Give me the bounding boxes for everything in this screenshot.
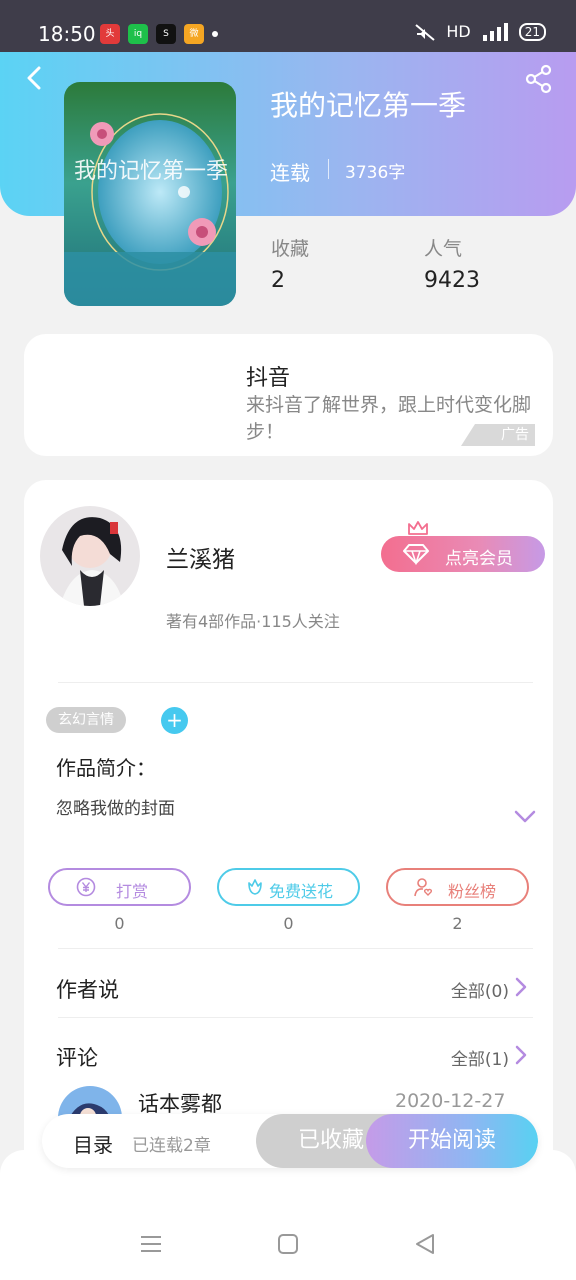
menu-icon[interactable]	[139, 1232, 163, 1256]
back-icon[interactable]	[22, 66, 46, 90]
home-icon[interactable]	[276, 1232, 300, 1256]
flower-count: 0	[283, 914, 294, 933]
intro-label: 作品简介：	[56, 756, 156, 780]
cover-art: 我的记忆第一季	[64, 82, 236, 306]
yen-coin-icon	[76, 877, 96, 897]
flower-icon	[248, 879, 262, 895]
divider	[58, 1017, 533, 1018]
book-title: 我的记忆第一季	[270, 89, 467, 122]
system-nav-area	[0, 1150, 576, 1280]
flower-button[interactable]: 免费送花	[217, 868, 360, 906]
status-separator	[328, 159, 329, 179]
ad-card[interactable]: 抖音 来抖音了解世界，跟上时代变化脚步！ 广告	[24, 334, 553, 456]
author-name[interactable]: 兰溪猪	[166, 540, 235, 574]
flower-label: 免费送花	[269, 882, 334, 901]
divider	[58, 948, 533, 949]
weibo-app-icon: 微	[184, 24, 204, 44]
toc-button[interactable]: 目录	[73, 1129, 113, 1158]
comments-all-link[interactable]: 全部(1)	[451, 1045, 509, 1070]
chevron-right-icon[interactable]	[514, 1044, 528, 1066]
genre-tag[interactable]: 玄幻言情	[46, 707, 126, 733]
diamond-icon	[403, 544, 429, 565]
ad-title: 抖音	[246, 366, 291, 391]
soul-app-icon: S	[156, 24, 176, 44]
chevron-right-icon[interactable]	[514, 976, 528, 998]
bottom-action-bar: 目录 已连载2章 已收藏 开始阅读	[42, 1114, 538, 1168]
status-right: HD 21	[414, 22, 546, 41]
author-says-all-link[interactable]: 全部(0)	[451, 977, 509, 1002]
author-meta: 著有4部作品·115人关注	[166, 612, 340, 631]
toutiao-app-icon: 头	[100, 24, 120, 44]
author-says-label[interactable]: 作者说	[56, 974, 119, 1004]
vip-button-label: 点亮会员	[445, 549, 513, 569]
popularity-value: 9423	[424, 268, 480, 293]
notification-dot-icon	[212, 31, 218, 37]
reward-count: 0	[114, 914, 125, 933]
battery-icon: 21	[518, 22, 546, 41]
comment-date: 2020-12-27	[395, 1090, 506, 1112]
fan-rank-label: 粉丝榜	[448, 882, 497, 901]
fan-rank-button[interactable]: 粉丝榜	[386, 868, 529, 906]
serial-count: 已连载2章	[132, 1136, 211, 1156]
iqiyi-app-icon: iq	[128, 24, 148, 44]
back-triangle-icon[interactable]	[413, 1232, 437, 1256]
comments-label[interactable]: 评论	[56, 1042, 98, 1072]
reward-label: 打赏	[116, 882, 149, 901]
mute-icon	[415, 23, 435, 41]
user-heart-icon	[414, 878, 433, 897]
book-cover[interactable]: 我的记忆第一季	[64, 82, 236, 306]
favorites-label: 收藏	[271, 238, 310, 260]
chevron-down-icon[interactable]	[514, 810, 536, 824]
add-tag-button[interactable]: +	[161, 707, 188, 734]
divider	[58, 682, 533, 683]
vip-button[interactable]: 点亮会员	[381, 536, 545, 572]
signal-icon	[482, 22, 508, 41]
start-reading-button[interactable]: 开始阅读	[366, 1114, 538, 1168]
reward-button[interactable]: 打赏	[48, 868, 191, 906]
author-card: 兰溪猪 著有4部作品·115人关注 点亮会员 玄幻言情 + 作品简介： 忽略我做…	[24, 480, 553, 1220]
popularity-label: 人气	[424, 238, 463, 260]
word-count: 3736字	[345, 163, 406, 183]
crown-icon	[408, 521, 428, 535]
share-icon[interactable]	[524, 64, 554, 94]
favorites-value: 2	[271, 268, 285, 293]
fan-rank-count: 2	[452, 914, 463, 933]
intro-text: 忽略我做的封面	[56, 799, 175, 819]
status-bar: 18:50 头 iq S 微 HD 21	[0, 0, 576, 52]
author-avatar[interactable]	[40, 506, 140, 606]
network-type: HD	[446, 22, 471, 41]
book-status: 连载	[270, 161, 310, 185]
status-time: 18:50	[38, 22, 96, 46]
cover-title-text: 我的记忆第一季	[74, 159, 228, 184]
avatar-art	[40, 506, 140, 606]
